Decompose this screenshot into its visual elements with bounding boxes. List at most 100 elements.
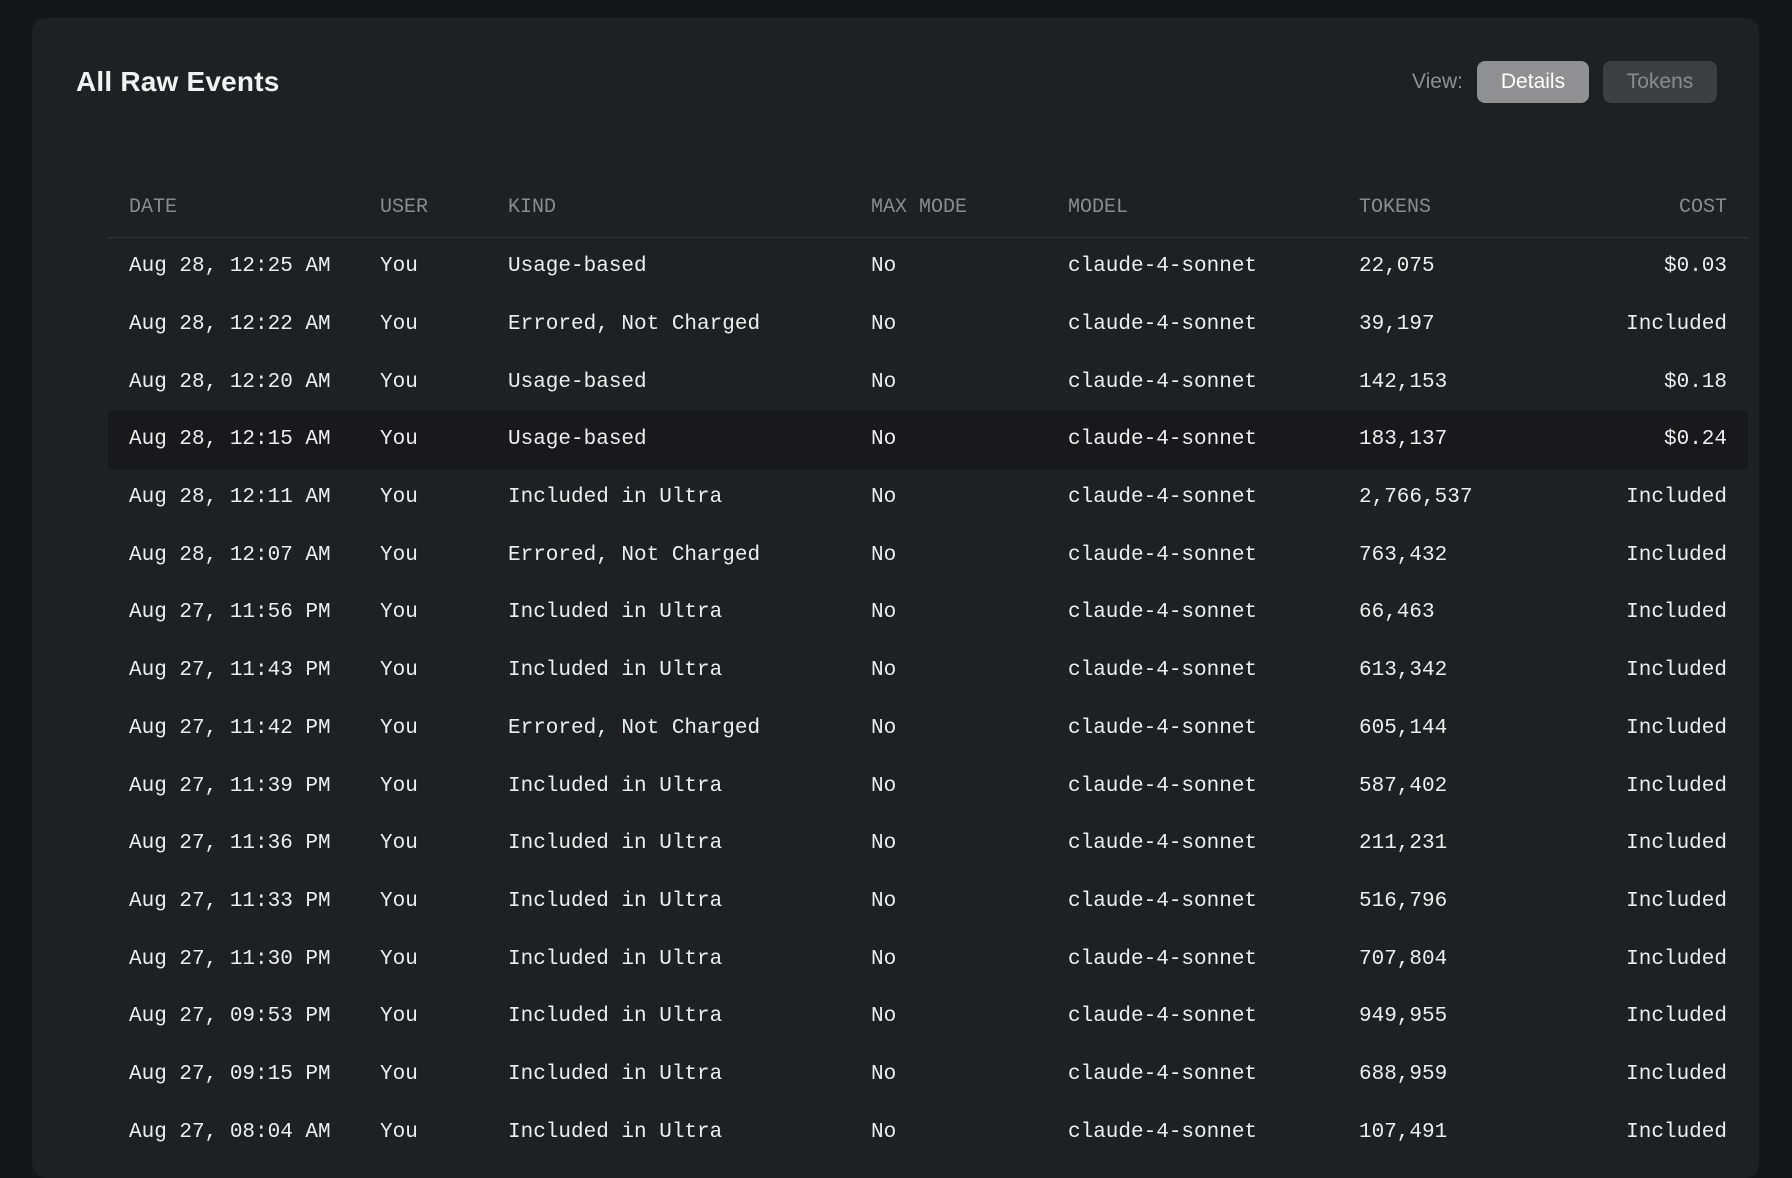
max-mode-cell: No [871,889,897,913]
column-header-model[interactable]: MODEL [1068,196,1128,219]
table-row[interactable]: Aug 27, 11:33 PM You Included in Ultra No cl… [108,873,1748,931]
kind-cell: Included in Ultra [508,1005,723,1029]
kind-cell: Included in Ultra [508,832,723,856]
max-mode-cell: No [871,1062,897,1086]
date-cell: Aug 28, 12:15 AM [129,428,331,452]
model-cell: claude-4-sonnet [1068,1120,1258,1144]
date-cell: Aug 27, 11:33 PM [129,889,331,913]
date-cell: Aug 28, 12:20 AM [129,370,331,394]
user-cell: You [380,313,418,337]
max-mode-cell: No [871,1120,897,1144]
kind-cell: Errored, Not Charged [508,716,761,740]
user-cell: You [380,370,418,394]
model-cell: claude-4-sonnet [1068,1062,1258,1086]
date-cell: Aug 27, 11:56 PM [129,601,331,625]
date-cell: Aug 27, 11:42 PM [129,716,331,740]
max-mode-cell: No [871,716,897,740]
model-cell: claude-4-sonnet [1068,370,1258,394]
tokens-cell: 688,959 [1359,1062,1448,1086]
max-mode-cell: No [871,255,897,279]
model-cell: claude-4-sonnet [1068,486,1258,510]
cost-cell: Included [1626,947,1727,971]
column-header-tokens[interactable]: TOKENS [1359,196,1431,219]
column-header-max-mode[interactable]: MAX MODE [871,196,967,219]
max-mode-cell: No [871,313,897,337]
kind-cell: Included in Ultra [508,1062,723,1086]
tokens-cell: 587,402 [1359,774,1448,798]
column-header-date[interactable]: DATE [129,196,177,219]
max-mode-cell: No [871,832,897,856]
kind-cell: Included in Ultra [508,1120,723,1144]
date-cell: Aug 27, 11:39 PM [129,774,331,798]
max-mode-cell: No [871,1005,897,1029]
date-cell: Aug 27, 09:53 PM [129,1005,331,1029]
user-cell: You [380,428,418,452]
table-row[interactable]: Aug 28, 12:22 AM You Errored, Not Charged N… [108,296,1748,354]
date-cell: Aug 28, 12:11 AM [129,486,331,510]
model-cell: claude-4-sonnet [1068,601,1258,625]
table-row[interactable]: Aug 27, 11:36 PM You Included in Ultra No cl… [108,815,1748,873]
cost-cell: $0.03 [1663,255,1727,279]
panel-title: All Raw Events [76,66,280,97]
table-row[interactable]: Aug 27, 11:56 PM You Included in Ultra No cl… [108,584,1748,642]
max-mode-cell: No [871,659,897,683]
column-header-cost[interactable]: COST [1679,196,1727,219]
date-cell: Aug 27, 09:15 PM [129,1062,331,1086]
table-row[interactable]: Aug 27, 09:53 PM You Included in Ultra No cl… [108,988,1748,1046]
tokens-view-button[interactable]: Tokens [1603,61,1717,103]
cost-cell: Included [1626,774,1727,798]
max-mode-cell: No [871,543,897,567]
cost-cell: Included [1626,659,1727,683]
tokens-cell: 183,137 [1359,428,1448,452]
tokens-cell: 142,153 [1359,370,1448,394]
cost-cell: Included [1626,832,1727,856]
kind-cell: Included in Ultra [508,486,723,510]
date-cell: Aug 28, 12:22 AM [129,313,331,337]
user-cell: You [380,716,418,740]
kind-cell: Included in Ultra [508,774,723,798]
model-cell: claude-4-sonnet [1068,1005,1258,1029]
model-cell: claude-4-sonnet [1068,659,1258,683]
table-row[interactable]: Aug 27, 11:42 PM You Errored, Not Charged N… [108,700,1748,758]
model-cell: claude-4-sonnet [1068,428,1258,452]
tokens-cell: 107,491 [1359,1120,1448,1144]
table-row[interactable]: Aug 28, 12:20 AM You Usage-based No claude-4… [108,353,1748,411]
max-mode-cell: No [871,486,897,510]
column-header-user[interactable]: USER [380,196,428,219]
user-cell: You [380,255,418,279]
kind-cell: Included in Ultra [508,947,723,971]
model-cell: claude-4-sonnet [1068,832,1258,856]
max-mode-cell: No [871,370,897,394]
tokens-cell: 2,766,537 [1359,486,1473,510]
table-row[interactable]: Aug 27, 11:43 PM You Included in Ultra No cl… [108,642,1748,700]
date-cell: Aug 28, 12:07 AM [129,543,331,567]
tokens-cell: 949,955 [1359,1005,1448,1029]
table-row[interactable]: Aug 28, 12:25 AM You Usage-based No claude-4… [108,238,1748,296]
table-row[interactable]: Aug 28, 12:15 AM You Usage-based No claude-4… [108,411,1748,469]
table-row[interactable]: Aug 27, 11:30 PM You Included in Ultra No cl… [108,930,1748,988]
tokens-cell: 763,432 [1359,543,1448,567]
user-cell: You [380,659,418,683]
user-cell: You [380,1005,418,1029]
user-cell: You [380,601,418,625]
user-cell: You [380,1120,418,1144]
table-row[interactable]: Aug 27, 11:39 PM You Included in Ultra No cl… [108,757,1748,815]
table-row[interactable]: Aug 27, 09:15 PM You Included in Ultra No cl… [108,1046,1748,1104]
tokens-cell: 22,075 [1359,255,1435,279]
max-mode-cell: No [871,947,897,971]
table-row[interactable]: Aug 27, 08:04 AM You Included in Ultra No cl… [108,1103,1748,1161]
column-header-kind[interactable]: KIND [508,196,556,219]
user-cell: You [380,832,418,856]
details-view-button[interactable]: Details [1477,61,1589,103]
kind-cell: Included in Ultra [508,889,723,913]
kind-cell: Usage-based [508,255,647,279]
date-cell: Aug 27, 08:04 AM [129,1120,331,1144]
table-row[interactable]: Aug 28, 12:07 AM You Errored, Not Charged N… [108,526,1748,584]
table-row[interactable]: Aug 28, 12:11 AM You Included in Ultra No cl… [108,469,1748,527]
panel-header: All Raw Events View: Details Tokens [76,60,1717,104]
user-cell: You [380,947,418,971]
model-cell: claude-4-sonnet [1068,889,1258,913]
view-switch: View: Details Tokens [1412,61,1717,103]
kind-cell: Errored, Not Charged [508,543,761,567]
max-mode-cell: No [871,428,897,452]
